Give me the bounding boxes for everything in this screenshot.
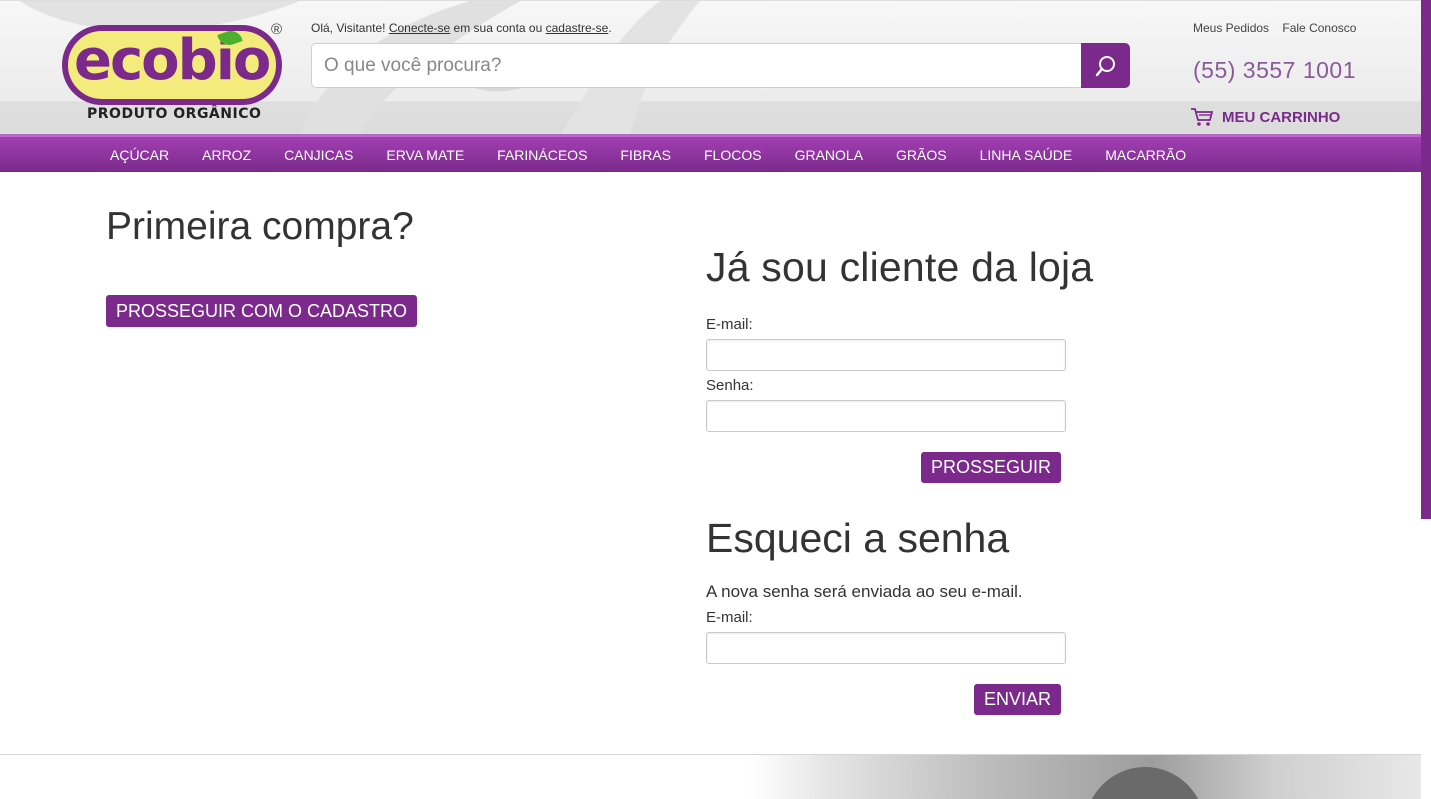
forgot-password-description: A nova senha será enviada ao seu e-mail. bbox=[706, 582, 1023, 601]
proceed-signup-button[interactable]: PROSSEGUIR COM O CADASTRO bbox=[106, 295, 417, 327]
nav-item-canjicas[interactable]: CANJICAS bbox=[284, 147, 353, 163]
login-title: Já sou cliente da loja bbox=[706, 244, 1094, 290]
nav-item-linha-saude[interactable]: LINHA SAÚDE bbox=[980, 147, 1073, 163]
phone-number: (55) 3557 1001 bbox=[1193, 57, 1357, 83]
search-input[interactable] bbox=[311, 43, 1083, 88]
login-link[interactable]: Conecte-se bbox=[389, 21, 450, 35]
nav-item-fibras[interactable]: FIBRAS bbox=[620, 147, 671, 163]
nav-item-acucar[interactable]: AÇÚCAR bbox=[110, 147, 169, 163]
greeting-text: Olá, Visitante! Conecte-se em sua conta … bbox=[311, 21, 612, 35]
greeting-middle: em sua conta ou bbox=[453, 21, 543, 35]
login-proceed-button[interactable]: PROSSEGUIR bbox=[921, 452, 1061, 483]
registered-mark: ® bbox=[271, 21, 283, 38]
top-links: Meus Pedidos Fale Conosco bbox=[1193, 21, 1366, 35]
search-icon bbox=[1095, 55, 1115, 76]
nav-item-graos[interactable]: GRÃOS bbox=[896, 147, 947, 163]
send-button[interactable]: ENVIAR bbox=[974, 684, 1061, 715]
nav-item-macarrao[interactable]: MACARRÃO bbox=[1105, 147, 1186, 163]
login-email-label: E-mail: bbox=[706, 316, 753, 333]
nav-item-arroz[interactable]: ARROZ bbox=[202, 147, 251, 163]
logo-tagline: PRODUTO ORGÂNICO bbox=[87, 106, 262, 122]
site-header: ecobio ® PRODUTO ORGÂNICO Olá, Visitante… bbox=[0, 0, 1421, 134]
footer-banner-image bbox=[750, 755, 1421, 799]
login-email-field[interactable] bbox=[706, 339, 1066, 371]
contact-link[interactable]: Fale Conosco bbox=[1282, 21, 1356, 35]
nav-item-erva-mate[interactable]: ERVA MATE bbox=[386, 147, 464, 163]
greeting-prefix: Olá, Visitante! bbox=[311, 21, 386, 35]
nav-item-granola[interactable]: GRANOLA bbox=[795, 147, 863, 163]
category-nav: AÇÚCAR ARROZ CANJICAS ERVA MATE FARINÁCE… bbox=[0, 134, 1421, 172]
first-purchase-title: Primeira compra? bbox=[106, 205, 414, 248]
cart-label: MEU CARRINHO bbox=[1222, 108, 1341, 126]
forgot-email-field[interactable] bbox=[706, 632, 1066, 664]
login-password-field[interactable] bbox=[706, 400, 1066, 432]
page: ecobio ® PRODUTO ORGÂNICO Olá, Visitante… bbox=[0, 0, 1421, 799]
search-button[interactable] bbox=[1081, 43, 1130, 88]
greeting-suffix: . bbox=[608, 21, 612, 35]
cart-link[interactable]: MEU CARRINHO bbox=[1190, 107, 1340, 127]
signup-link[interactable]: cadastre-se bbox=[546, 21, 609, 35]
forgot-email-label: E-mail: bbox=[706, 609, 753, 626]
banner-figure bbox=[1085, 767, 1205, 799]
ecobio-logo[interactable]: ecobio ® PRODUTO ORGÂNICO bbox=[62, 21, 288, 125]
cart-icon bbox=[1191, 108, 1214, 126]
forgot-password-title: Esqueci a senha bbox=[706, 515, 1010, 561]
nav-item-farinaceos[interactable]: FARINÁCEOS bbox=[497, 147, 587, 163]
nav-item-flocos[interactable]: FLOCOS bbox=[704, 147, 762, 163]
login-password-label: Senha: bbox=[706, 377, 754, 394]
search-bar bbox=[311, 43, 1130, 88]
my-orders-link[interactable]: Meus Pedidos bbox=[1193, 21, 1269, 35]
scrollbar-accent bbox=[1421, 0, 1431, 519]
